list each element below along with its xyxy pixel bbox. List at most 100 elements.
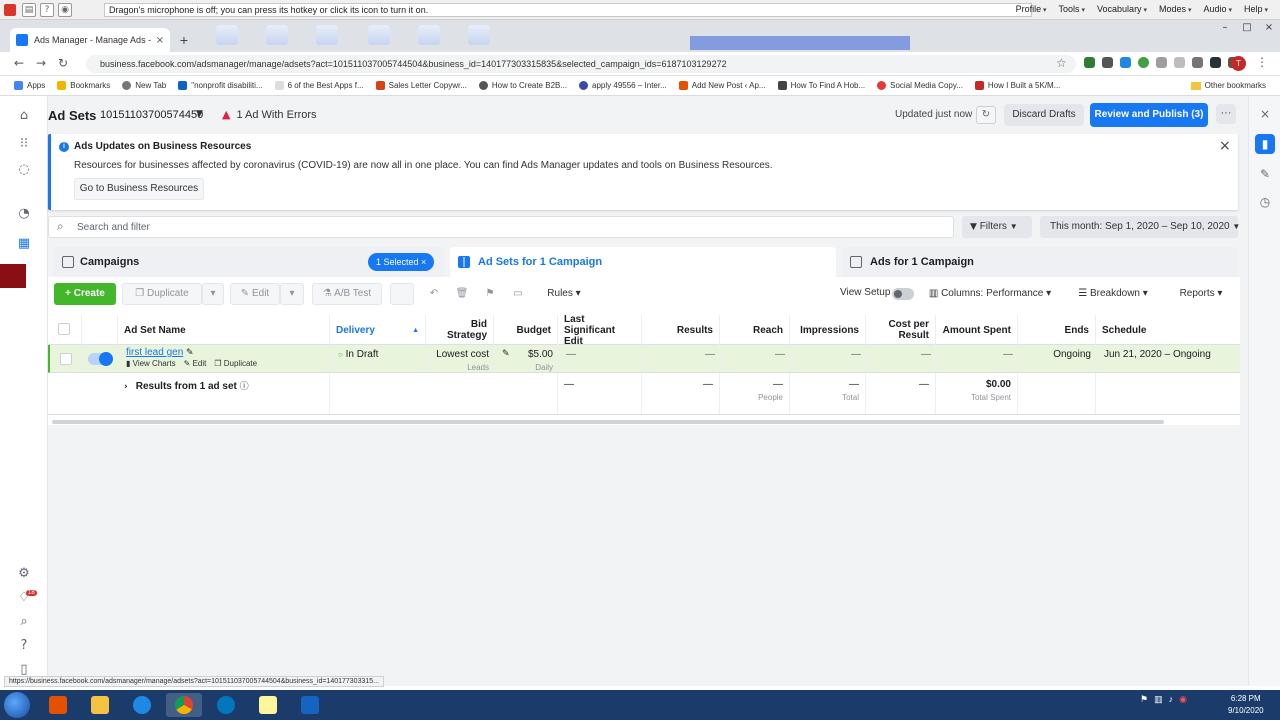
network-icon[interactable]: ▥ <box>1154 694 1163 705</box>
bookmark-add-new-post[interactable]: Add New Post ‹ Ap... <box>678 81 766 90</box>
edit-dropdown-button[interactable]: ▾ <box>280 283 304 305</box>
bookmark-apps[interactable]: Apps <box>14 81 45 90</box>
taskbar-edge[interactable] <box>208 693 244 717</box>
all-tools-grid-icon[interactable]: ⁝⁝ <box>16 136 32 152</box>
extension-icon[interactable] <box>1174 57 1185 68</box>
errors-indicator[interactable]: ▲ 1 Ad With Errors <box>222 108 317 121</box>
flag-icon[interactable]: ⚑ <box>1140 694 1148 705</box>
edit-button[interactable]: ✎ Edit <box>230 283 280 305</box>
clock[interactable]: 6:28 PM 9/10/2020 <box>1228 693 1264 717</box>
bookmark-bookmarks[interactable]: Bookmarks <box>57 81 110 90</box>
date-range-picker[interactable]: This month: Sep 1, 2020 – Sep 10, 2020 ▼ <box>1040 216 1240 238</box>
bookmark-nonprofit[interactable]: "nonprofit disabiliti... <box>178 81 263 90</box>
ad-set-on-off-toggle[interactable] <box>88 352 113 366</box>
profile-avatar[interactable]: T <box>1231 56 1246 71</box>
row-duplicate-link[interactable]: ❐ Duplicate <box>214 359 257 368</box>
dragon-menu-vocabulary[interactable]: Vocabulary <box>1097 4 1147 14</box>
bookmark-new-tab[interactable]: New Tab <box>122 81 166 90</box>
extension-icon[interactable] <box>1192 57 1203 68</box>
select-all-checkbox[interactable] <box>58 323 70 335</box>
extension-icon[interactable] <box>1120 57 1131 68</box>
close-tab-icon[interactable]: × <box>156 35 164 46</box>
tab-ads[interactable]: Ads for 1 Campaign <box>842 247 1238 277</box>
dragon-menu-icon[interactable]: ▤ <box>22 3 36 17</box>
table-row[interactable]: first lead gen ✎ ▮ View Charts ✎ Edit ❐ … <box>48 345 1240 373</box>
column-header-last-significant-edit[interactable]: Last Significant Edit <box>558 314 642 347</box>
review-and-publish-button[interactable]: Review and Publish (3) <box>1090 103 1208 127</box>
rename-pencil-icon[interactable]: ✎ <box>186 348 194 358</box>
close-panel-icon[interactable]: × <box>1255 104 1275 124</box>
taskbar-sticky-notes[interactable] <box>250 693 286 717</box>
disabled-action-button[interactable] <box>390 283 414 305</box>
columns-dropdown[interactable]: ▥ Columns: Performance ▾ <box>922 283 1058 305</box>
bookmark-star-icon[interactable]: ☆ <box>1056 56 1067 70</box>
dragon-menu-tools[interactable]: Tools <box>1059 4 1085 14</box>
back-icon[interactable]: ← <box>14 56 24 70</box>
other-bookmarks[interactable]: Other bookmarks <box>1190 81 1266 90</box>
discard-drafts-button[interactable]: Discard Drafts <box>1004 104 1084 126</box>
duplicate-dropdown-button[interactable]: ▾ <box>202 283 224 305</box>
extension-icon[interactable] <box>1102 57 1113 68</box>
view-setup-toggle[interactable] <box>892 288 914 300</box>
ad-account-selector[interactable]: 10151103700574450 <box>100 109 203 121</box>
dragon-help-icon[interactable]: ? <box>40 3 54 17</box>
browser-menu-icon[interactable]: ⋮ <box>1256 55 1268 69</box>
undo-icon[interactable]: ↶ <box>422 283 446 305</box>
dragon-menu-audio[interactable]: Audio <box>1204 4 1233 14</box>
forward-icon[interactable]: → <box>36 56 46 70</box>
taskbar-media-player[interactable] <box>40 693 76 717</box>
refresh-button[interactable]: ↻ <box>976 106 996 124</box>
taskbar-dragon[interactable] <box>292 693 328 717</box>
browser-tab[interactable]: Ads Manager - Manage Ads - Ad × <box>10 28 170 52</box>
reload-icon[interactable]: ↻ <box>58 56 68 70</box>
delete-icon[interactable]: 🗑 <box>450 283 474 305</box>
edit-budget-icon[interactable]: ✎ <box>502 349 510 359</box>
column-header-results[interactable]: Results <box>642 315 720 345</box>
create-button[interactable]: + Create <box>54 283 116 305</box>
column-header-schedule[interactable]: Schedule <box>1096 315 1240 345</box>
dragon-microphone-icon[interactable]: ◉ <box>58 3 72 17</box>
expand-chevron-icon[interactable]: › <box>124 382 128 392</box>
start-button[interactable] <box>4 692 30 718</box>
url-field[interactable]: business.facebook.com/adsmanager/manage/… <box>86 55 1076 73</box>
reports-dropdown[interactable]: Reports ▾ <box>1168 283 1234 305</box>
dragon-menu-modes[interactable]: Modes <box>1159 4 1191 14</box>
column-header-bid-strategy[interactable]: Bid Strategy <box>426 315 494 345</box>
budget-cell[interactable]: ✎ $5.00 Daily <box>496 345 560 372</box>
row-edit-link[interactable]: ✎ Edit <box>184 359 207 368</box>
summary-label-cell[interactable]: › Results from 1 ad set ⓘ <box>118 373 330 414</box>
column-header-cost-per-result[interactable]: Cost per Result <box>866 315 936 345</box>
minimize-icon[interactable]: – <box>1214 20 1236 36</box>
bookmark-social-media[interactable]: Social Media Copy... <box>877 81 963 90</box>
tag-icon[interactable]: ⚑ <box>478 283 502 305</box>
column-header-amount-spent[interactable]: Amount Spent <box>936 315 1018 345</box>
column-header-impressions[interactable]: Impressions <box>790 315 866 345</box>
close-window-icon[interactable]: × <box>1258 20 1280 36</box>
settings-gear-icon[interactable]: ⚙ <box>16 566 32 582</box>
close-icon[interactable]: × <box>1219 138 1231 154</box>
go-to-business-resources-button[interactable]: Go to Business Resources <box>74 178 204 200</box>
column-header-name[interactable]: Ad Set Name <box>118 315 330 345</box>
help-icon[interactable]: ? <box>16 638 32 654</box>
more-options-button[interactable]: ··· <box>1216 104 1236 124</box>
dragon-tray-icon[interactable]: ◉ <box>1179 694 1187 705</box>
horizontal-scrollbar[interactable] <box>52 420 1164 424</box>
column-header-delivery[interactable]: Delivery ▲ <box>330 315 426 345</box>
search-icon[interactable]: ⌕ <box>16 614 32 630</box>
bookmark-sales-letter[interactable]: Sales Letter Copywr... <box>375 81 467 90</box>
search-input[interactable] <box>77 218 947 236</box>
bookmark-apply[interactable]: apply 49556 – Inter... <box>579 81 667 90</box>
bookmark-b2b[interactable]: How to Create B2B... <box>478 81 567 90</box>
duplicate-button[interactable]: ❐ Duplicate <box>122 283 202 305</box>
filters-button[interactable]: ▼ Filters ▼ <box>962 216 1032 238</box>
extension-icon[interactable] <box>1084 57 1095 68</box>
rules-dropdown[interactable]: Rules ▾ <box>538 283 590 305</box>
column-header-reach[interactable]: Reach <box>720 315 790 345</box>
new-tab-button[interactable]: + <box>176 32 192 48</box>
tab-ad-sets[interactable]: Ad Sets for 1 Campaign <box>450 247 836 277</box>
breakdown-dropdown[interactable]: ☰ Breakdown ▾ <box>1068 283 1158 305</box>
taskbar-internet-explorer[interactable] <box>124 693 160 717</box>
taskbar-file-explorer[interactable] <box>82 693 118 717</box>
clear-selection-icon[interactable]: × <box>421 257 426 267</box>
dragon-menu-profile[interactable]: Profile <box>1016 4 1047 14</box>
